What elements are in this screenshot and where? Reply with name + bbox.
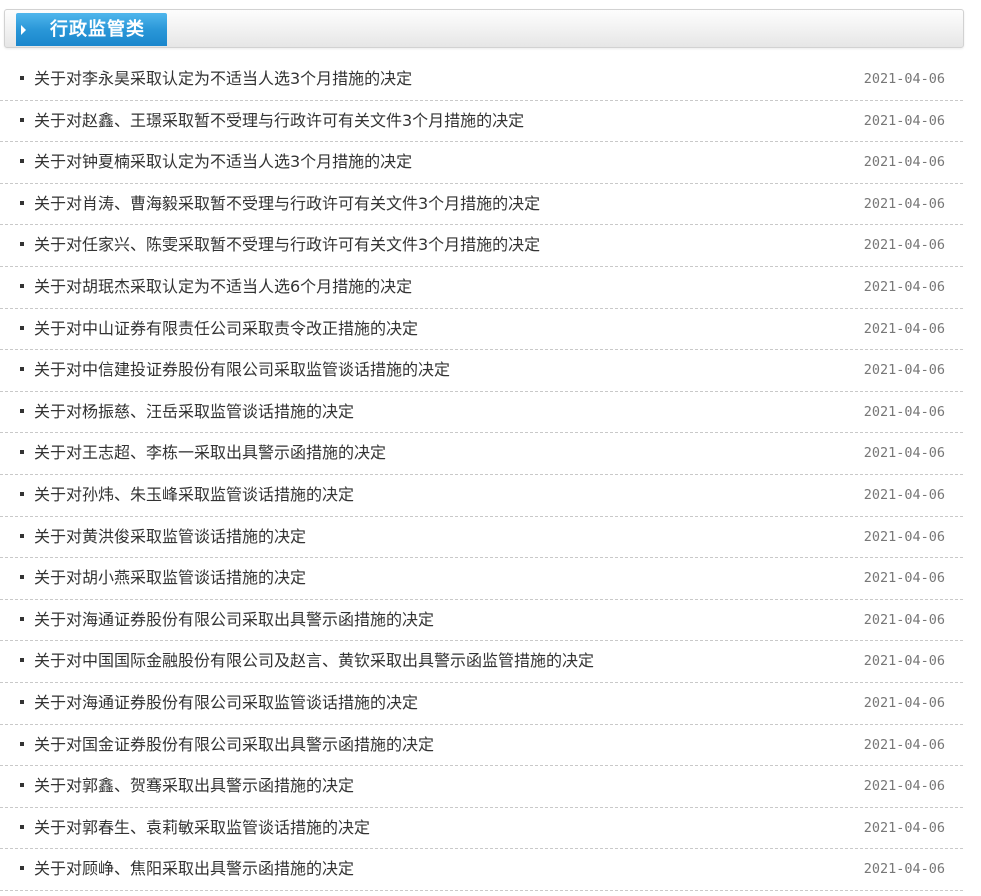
bullet-icon	[20, 408, 24, 413]
bullet-icon	[20, 491, 24, 496]
bullet-icon	[20, 76, 24, 80]
bullet-icon	[20, 533, 24, 538]
announcement-date: 2021-04-06	[863, 778, 945, 795]
bullet-icon	[20, 866, 24, 871]
announcement-link[interactable]: 关于对肖涛、曹海毅采取暂不受理与行政许可有关文件3个月措施的决定	[34, 184, 540, 224]
announcement-date: 2021-04-06	[863, 694, 945, 711]
bullet-icon	[20, 699, 24, 704]
announcement-date: 2021-04-06	[863, 278, 945, 295]
announcement-link[interactable]: 关于对中山证券有限责任公司采取责令改正措施的决定	[34, 309, 418, 349]
bullet-icon	[20, 575, 24, 580]
announcement-date: 2021-04-06	[863, 653, 945, 670]
list-item: 关于对海通证券股份有限公司采取监管谈话措施的决定 2021-04-06	[0, 683, 963, 725]
announcement-link[interactable]: 关于对赵鑫、王璟采取暂不受理与行政许可有关文件3个月措施的决定	[34, 101, 524, 141]
list-item: 关于对胡小燕采取监管谈话措施的决定 2021-04-06	[0, 558, 963, 600]
announcement-date: 2021-04-06	[863, 237, 945, 254]
bullet-icon	[20, 117, 24, 122]
announcement-link[interactable]: 关于对胡珉杰采取认定为不适当人选6个月措施的决定	[34, 267, 412, 307]
bullet-icon	[20, 367, 24, 372]
announcement-link[interactable]: 关于对顾峥、焦阳采取出具警示函措施的决定	[34, 849, 354, 889]
list-item: 关于对肖涛、曹海毅采取暂不受理与行政许可有关文件3个月措施的决定 2021-04-…	[0, 184, 963, 226]
list-item: 关于对钟夏楠采取认定为不适当人选3个月措施的决定 2021-04-06	[0, 142, 963, 184]
bullet-icon	[20, 242, 24, 247]
bullet-icon	[20, 200, 24, 205]
announcement-link[interactable]: 关于对中信建投证券股份有限公司采取监管谈话措施的决定	[34, 350, 450, 390]
announcement-link[interactable]: 关于对中国国际金融股份有限公司及赵言、黄钦采取出具警示函监管措施的决定	[34, 641, 594, 681]
bullet-icon	[20, 783, 24, 788]
announcement-date: 2021-04-06	[863, 570, 945, 587]
list-item: 关于对王志超、李栋一采取出具警示函措施的决定 2021-04-06	[0, 433, 963, 475]
announcement-date: 2021-04-06	[863, 445, 945, 462]
section-header: 行政监管类	[4, 9, 964, 48]
list-item: 关于对郭春生、袁莉敏采取监管谈话措施的决定 2021-04-06	[0, 808, 963, 850]
announcement-date: 2021-04-06	[863, 320, 945, 337]
list-item: 关于对郭鑫、贺骞采取出具警示函措施的决定 2021-04-06	[0, 766, 963, 808]
list-item: 关于对李永昊采取认定为不适当人选3个月措施的决定 2021-04-06	[0, 59, 963, 101]
announcement-link[interactable]: 关于对郭春生、袁莉敏采取监管谈话措施的决定	[34, 808, 370, 848]
list-item: 关于对任家兴、陈雯采取暂不受理与行政许可有关文件3个月措施的决定 2021-04-…	[0, 225, 963, 267]
triangle-right-icon	[21, 25, 26, 35]
announcement-date: 2021-04-06	[863, 486, 945, 503]
list-item: 关于对国金证券股份有限公司采取出具警示函措施的决定 2021-04-06	[0, 725, 963, 767]
announcement-link[interactable]: 关于对杨振慈、汪岳采取监管谈话措施的决定	[34, 392, 354, 432]
announcement-link[interactable]: 关于对国金证券股份有限公司采取出具警示函措施的决定	[34, 725, 434, 765]
announcement-date: 2021-04-06	[863, 861, 945, 878]
bullet-icon	[20, 283, 24, 288]
list-item: 关于对中信建投证券股份有限公司采取监管谈话措施的决定 2021-04-06	[0, 350, 963, 392]
bullet-icon	[20, 824, 24, 829]
announcement-date: 2021-04-06	[863, 736, 945, 753]
announcement-link[interactable]: 关于对王志超、李栋一采取出具警示函措施的决定	[34, 433, 386, 473]
bullet-icon	[20, 450, 24, 455]
announcement-date: 2021-04-06	[863, 403, 945, 420]
announcement-link[interactable]: 关于对海通证券股份有限公司采取出具警示函措施的决定	[34, 600, 434, 640]
section-tab[interactable]: 行政监管类	[16, 13, 167, 46]
announcement-date: 2021-04-06	[863, 362, 945, 379]
announcement-link[interactable]: 关于对任家兴、陈雯采取暂不受理与行政许可有关文件3个月措施的决定	[34, 225, 540, 265]
announcement-link[interactable]: 关于对孙炜、朱玉峰采取监管谈话措施的决定	[34, 475, 354, 515]
list-item: 关于对赵鑫、王璟采取暂不受理与行政许可有关文件3个月措施的决定 2021-04-0…	[0, 101, 963, 143]
list-item: 关于对顾峥、焦阳采取出具警示函措施的决定 2021-04-06	[0, 849, 963, 891]
page: 行政监管类 关于对李永昊采取认定为不适当人选3个月措施的决定 2021-04-06…	[0, 0, 981, 896]
list-item: 关于对孙炜、朱玉峰采取监管谈话措施的决定 2021-04-06	[0, 475, 963, 517]
announcement-link[interactable]: 关于对钟夏楠采取认定为不适当人选3个月措施的决定	[34, 142, 412, 182]
announcement-link[interactable]: 关于对李永昊采取认定为不适当人选3个月措施的决定	[34, 59, 412, 99]
announcement-date: 2021-04-06	[863, 195, 945, 212]
list-item: 关于对中山证券有限责任公司采取责令改正措施的决定 2021-04-06	[0, 309, 963, 351]
bullet-icon	[20, 658, 24, 663]
announcement-link[interactable]: 关于对黄洪俊采取监管谈话措施的决定	[34, 517, 306, 557]
list-item: 关于对海通证券股份有限公司采取出具警示函措施的决定 2021-04-06	[0, 600, 963, 642]
announcement-date: 2021-04-06	[863, 528, 945, 545]
bullet-icon	[20, 325, 24, 330]
section-title: 行政监管类	[50, 19, 145, 40]
announcement-date: 2021-04-06	[863, 71, 945, 87]
announcement-link[interactable]: 关于对郭鑫、贺骞采取出具警示函措施的决定	[34, 766, 354, 806]
announcement-date: 2021-04-06	[863, 112, 945, 129]
list-item: 关于对中国国际金融股份有限公司及赵言、黄钦采取出具警示函监管措施的决定 2021-…	[0, 641, 963, 683]
bullet-icon	[20, 159, 24, 164]
announcement-link[interactable]: 关于对海通证券股份有限公司采取监管谈话措施的决定	[34, 683, 418, 723]
announcement-list: 关于对李永昊采取认定为不适当人选3个月措施的决定 2021-04-06 关于对赵鑫、…	[0, 59, 963, 891]
list-item: 关于对胡珉杰采取认定为不适当人选6个月措施的决定 2021-04-06	[0, 267, 963, 309]
announcement-date: 2021-04-06	[863, 611, 945, 628]
bullet-icon	[20, 741, 24, 746]
bullet-icon	[20, 616, 24, 621]
announcement-date: 2021-04-06	[863, 154, 945, 171]
announcement-date: 2021-04-06	[863, 819, 945, 836]
list-item: 关于对杨振慈、汪岳采取监管谈话措施的决定 2021-04-06	[0, 392, 963, 434]
list-item: 关于对黄洪俊采取监管谈话措施的决定 2021-04-06	[0, 517, 963, 559]
announcement-link[interactable]: 关于对胡小燕采取监管谈话措施的决定	[34, 558, 306, 598]
